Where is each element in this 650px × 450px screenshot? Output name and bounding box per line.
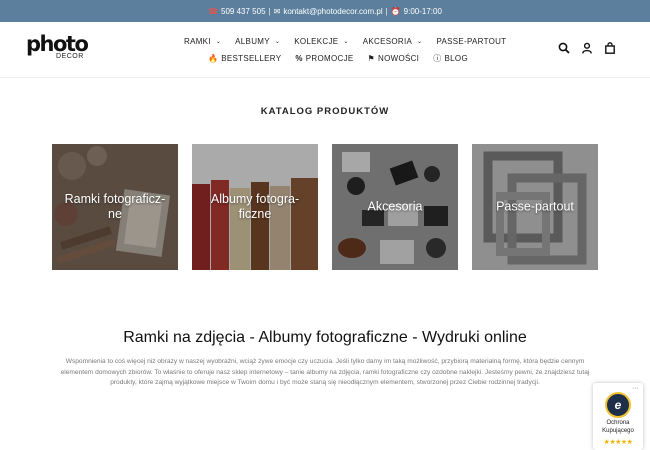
logo-main: photo <box>26 32 89 56</box>
trust-seal-icon: e <box>605 392 631 418</box>
cart-icon[interactable] <box>604 42 616 54</box>
logo-sub: DECOR <box>56 53 84 60</box>
nav-promocje[interactable]: % PROMOCJE <box>295 53 353 64</box>
separator: | <box>385 6 388 16</box>
chevron-down-icon: ⌄ <box>417 39 423 45</box>
phone-number[interactable]: 509 437 505 <box>221 7 266 16</box>
tile-label: Akcesoria <box>367 199 423 214</box>
chevron-down-icon: ⌄ <box>215 39 222 45</box>
page-heading: Ramki na zdjęcia - Albumy fotograficzne … <box>123 329 527 346</box>
top-info-bar: ☎ 509 437 505 | ✉ kontakt@photodecor.com… <box>0 0 650 22</box>
site-logo[interactable]: photo DECOR <box>26 34 90 64</box>
category-tile-akcesoria[interactable]: Akcesoria <box>332 144 458 270</box>
chevron-down-icon: ⌄ <box>274 39 281 45</box>
account-icon[interactable] <box>581 42 593 54</box>
badge-text: Ochrona Kupującego <box>593 420 643 435</box>
phone-icon: ☎ <box>208 6 219 16</box>
category-tile-passe-partout[interactable]: Passe-partout <box>472 144 598 270</box>
badge-line-2: Kupującego <box>602 427 634 434</box>
nav-label: AKCESORIA <box>362 37 413 46</box>
nav-label: BESTSELLERY <box>221 54 282 63</box>
nav-akcesoria[interactable]: AKCESORIA ⌄ <box>363 37 423 46</box>
catalog-title: KATALOG PRODUKTÓW <box>260 106 390 117</box>
opening-hours: 9:00-17:00 <box>403 6 442 16</box>
nav-label: PROMOCJE <box>305 54 354 63</box>
nav-kolekcje[interactable]: KOLEKCJE ⌄ <box>294 37 349 46</box>
primary-nav: RAMKI ⌄ ALBUMY ⌄ KOLEKCJE ⌄ AKCESORIA ⌄ PASS… <box>184 37 506 46</box>
nav-label: BLOG <box>444 54 468 63</box>
nav-label: RAMKI <box>184 37 211 46</box>
buyer-protection-badge[interactable]: ··· e Ochrona Kupującego ★★★★★ <box>593 383 643 450</box>
clock-icon: ⏰ <box>390 6 401 16</box>
chevron-down-icon: ⌄ <box>343 39 349 45</box>
category-tile-ramki[interactable]: Ramki fotograficz-ne <box>52 144 178 270</box>
nav-label: PASSE-PARTOUT <box>436 37 507 46</box>
nav-label: ALBUMY <box>235 37 270 46</box>
tile-label: Passe-partout <box>496 199 574 214</box>
nav-label: NOWOŚCI <box>378 54 420 63</box>
search-icon[interactable] <box>558 42 570 54</box>
badge-line-1: Ochrona <box>606 420 630 426</box>
nav-passe-partout[interactable]: PASSE-PARTOUT <box>436 37 506 46</box>
tag-icon: ⚑ <box>367 54 375 63</box>
nav-nowosci[interactable]: ⚑ NOWOŚCI <box>368 53 420 64</box>
flame-icon: 🔥 <box>208 54 219 63</box>
tile-label: Ramki fotograficz-ne <box>64 192 166 221</box>
tile-label: Albumy fotogra-ficzne <box>210 192 300 221</box>
separator: | <box>268 6 271 16</box>
email-icon: ✉ <box>273 6 281 16</box>
rating-stars: ★★★★★ <box>603 439 633 446</box>
nav-ramki[interactable]: RAMKI ⌄ <box>184 37 221 46</box>
intro-paragraph: Wspomnienia to coś więcej niż obrazy w n… <box>60 358 590 386</box>
category-tile-albumy[interactable]: Albumy fotogra-ficzne <box>192 144 318 270</box>
percent-icon: % <box>295 54 303 63</box>
header-actions <box>558 42 616 54</box>
nav-label: KOLEKCJE <box>294 37 339 46</box>
secondary-nav: 🔥 BESTSELLERY % PROMOCJE ⚑ NOWOŚCI ⓘ BLOG <box>208 53 468 64</box>
more-icon[interactable]: ··· <box>632 385 639 392</box>
email-link[interactable]: kontakt@photodecor.com.pl <box>283 7 382 16</box>
nav-albumy[interactable]: ALBUMY ⌄ <box>235 37 280 46</box>
info-icon: ⓘ <box>433 54 442 63</box>
nav-bestsellery[interactable]: 🔥 BESTSELLERY <box>208 53 281 64</box>
site-header: photo DECOR RAMKI ⌄ ALBUMY ⌄ KOLEKCJE ⌄ AKC… <box>0 22 650 78</box>
nav-blog[interactable]: ⓘ BLOG <box>433 53 468 64</box>
